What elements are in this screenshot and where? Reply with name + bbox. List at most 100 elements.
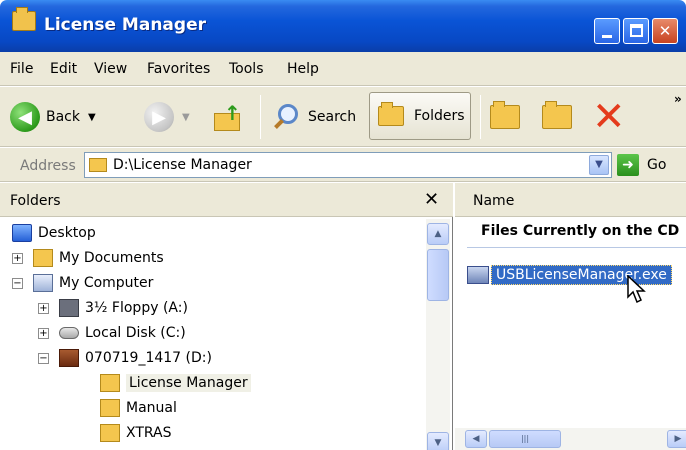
tree-item-label: Desktop [38, 225, 96, 241]
window-title: License Manager [44, 15, 206, 35]
tree-item-local-disk[interactable]: + Local Disk (C:) [38, 321, 186, 345]
tree-item-label: Local Disk (C:) [85, 325, 186, 341]
close-folders-pane-button[interactable]: ✕ [424, 189, 439, 210]
folders-pane-title: Folders [10, 193, 61, 209]
back-dropdown-icon[interactable]: ▼ [88, 112, 96, 123]
delete-button[interactable]: ✕ [592, 97, 626, 137]
collapse-icon[interactable]: − [38, 352, 49, 364]
folder-icon [100, 399, 120, 417]
tree-item-floppy[interactable]: + 3½ Floppy (A:) [38, 296, 188, 320]
minimize-icon [602, 35, 612, 38]
tree-item-license-manager[interactable]: License Manager [100, 371, 251, 395]
executable-icon [467, 266, 489, 284]
address-input[interactable]: D:\License Manager ▼ [84, 152, 612, 178]
move-to-folder-icon [490, 101, 520, 129]
tree-item-my-computer[interactable]: − My Computer [12, 271, 153, 295]
expand-icon[interactable]: + [38, 302, 49, 314]
column-header-name[interactable]: Name [455, 183, 686, 217]
scroll-left-icon[interactable]: ◀ [465, 430, 487, 448]
folders-button[interactable]: Folders [369, 92, 471, 140]
go-arrow-icon: ➜ [617, 154, 639, 176]
tree-item-label: My Computer [59, 275, 154, 291]
close-button[interactable]: ✕ [652, 18, 678, 44]
cd-drive-icon [59, 349, 79, 367]
scrollbar-thumb[interactable]: ||| [489, 430, 561, 448]
group-title: Files Currently on the CD [481, 223, 680, 239]
tree-item-label: 3½ Floppy (A:) [85, 300, 188, 316]
go-label: Go [647, 157, 667, 173]
title-bar[interactable]: License Manager ✕ [0, 0, 686, 52]
address-bar: Address D:\License Manager ▼ ➜ Go [0, 148, 686, 182]
folders-pane-header: Folders ✕ [0, 183, 453, 217]
menu-bar: File Edit View Favorites Tools Help [0, 52, 686, 136]
move-to-button[interactable] [490, 97, 520, 137]
tree-item-label: Manual [126, 400, 177, 416]
scroll-up-icon[interactable]: ▲ [427, 223, 449, 245]
search-button[interactable]: Search [272, 97, 356, 137]
search-icon [272, 102, 302, 132]
desktop-icon [12, 224, 32, 242]
folders-icon [378, 102, 404, 126]
folders-label: Folders [414, 108, 465, 124]
scroll-right-icon[interactable]: ▶ [667, 430, 686, 448]
column-name-label: Name [473, 193, 515, 209]
menu-help[interactable]: Help [287, 61, 319, 77]
address-label: Address [20, 158, 76, 174]
menu-file[interactable]: File [10, 61, 33, 77]
file-list-pane: Name Files Currently on the CD USBLicens… [455, 183, 686, 450]
forward-button[interactable]: ▶ ▼ [144, 97, 190, 137]
tree-item-xtras[interactable]: XTRAS [100, 421, 172, 445]
tree-item-label: 070719_1417 (D:) [85, 350, 212, 366]
folder-icon [12, 7, 36, 31]
group-divider [467, 247, 686, 248]
expand-icon[interactable]: + [12, 252, 23, 264]
close-icon: ✕ [658, 22, 672, 40]
tree-item-my-documents[interactable]: + My Documents [12, 246, 164, 270]
delete-icon: ✕ [592, 94, 626, 140]
tree-item-manual[interactable]: Manual [100, 396, 177, 420]
folders-pane: Folders ✕ Desktop + My Documents − My Co… [0, 183, 453, 450]
scrollbar-thumb[interactable] [427, 249, 449, 301]
collapse-icon[interactable]: − [12, 277, 23, 289]
tree-item-label: License Manager [126, 374, 251, 392]
back-label: Back [46, 109, 80, 125]
address-value: D:\License Manager [113, 157, 252, 173]
folder-open-icon [100, 374, 120, 392]
file-list-hscrollbar[interactable]: ◀ ||| ▶ [455, 428, 686, 450]
go-button[interactable]: ➜ Go [617, 154, 666, 176]
up-folder-icon: ↑ [212, 101, 244, 133]
folder-icon [89, 158, 107, 172]
maximize-icon [630, 24, 643, 37]
forward-arrow-icon: ▶ [144, 102, 174, 132]
folder-tree-scrollbar[interactable]: ▲ ▼ [426, 219, 450, 450]
tree-item-desktop[interactable]: Desktop [12, 221, 96, 245]
menu-tools[interactable]: Tools [229, 61, 264, 77]
hard-disk-icon [59, 327, 79, 339]
back-arrow-icon: ◀ [10, 102, 40, 132]
standard-toolbar: ◀ Back ▼ ▶ ▼ ↑ Search Folders ✕ [0, 87, 686, 147]
tree-item-label: My Documents [59, 250, 164, 266]
tree-item-label: XTRAS [126, 425, 172, 441]
folder-icon [100, 424, 120, 442]
copy-to-folder-icon [542, 101, 572, 129]
toolbar-overflow-chevron[interactable]: » [674, 92, 682, 106]
my-documents-icon [33, 249, 53, 267]
floppy-drive-icon [59, 299, 79, 317]
folder-tree: Desktop + My Documents − My Computer + 3… [0, 219, 424, 450]
menu-view[interactable]: View [94, 61, 127, 77]
up-button[interactable]: ↑ [212, 97, 244, 137]
address-dropdown-icon[interactable]: ▼ [589, 155, 609, 175]
menu-edit[interactable]: Edit [50, 61, 77, 77]
back-button[interactable]: ◀ Back ▼ [10, 97, 96, 137]
minimize-button[interactable] [594, 18, 620, 44]
scroll-down-icon[interactable]: ▼ [427, 432, 449, 450]
expand-icon[interactable]: + [38, 327, 49, 339]
copy-to-button[interactable] [542, 97, 572, 137]
search-label: Search [308, 109, 357, 125]
forward-dropdown-icon[interactable]: ▼ [182, 112, 190, 123]
my-computer-icon [33, 274, 53, 292]
mouse-cursor-icon [627, 275, 646, 304]
maximize-button[interactable] [623, 18, 649, 44]
tree-item-cd-drive[interactable]: − 070719_1417 (D:) [38, 346, 212, 370]
menu-favorites[interactable]: Favorites [147, 61, 210, 77]
